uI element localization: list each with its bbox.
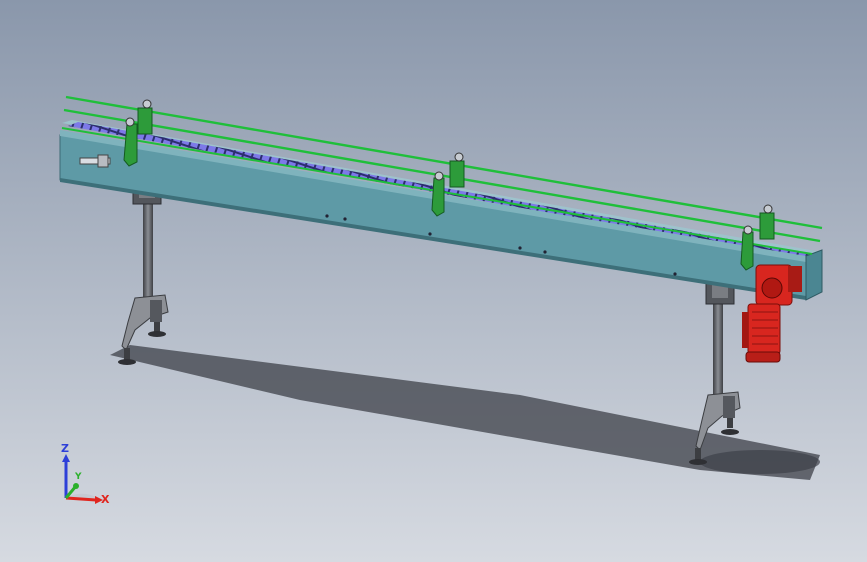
axis-x-label: X <box>101 493 110 506</box>
cad-viewport[interactable]: Z Y X <box>0 0 867 562</box>
axis-z-label: Z <box>61 442 69 455</box>
conveyor-model[interactable] <box>0 0 867 562</box>
axis-y-label: Y <box>75 472 82 482</box>
floor-shadow-end <box>700 450 820 474</box>
